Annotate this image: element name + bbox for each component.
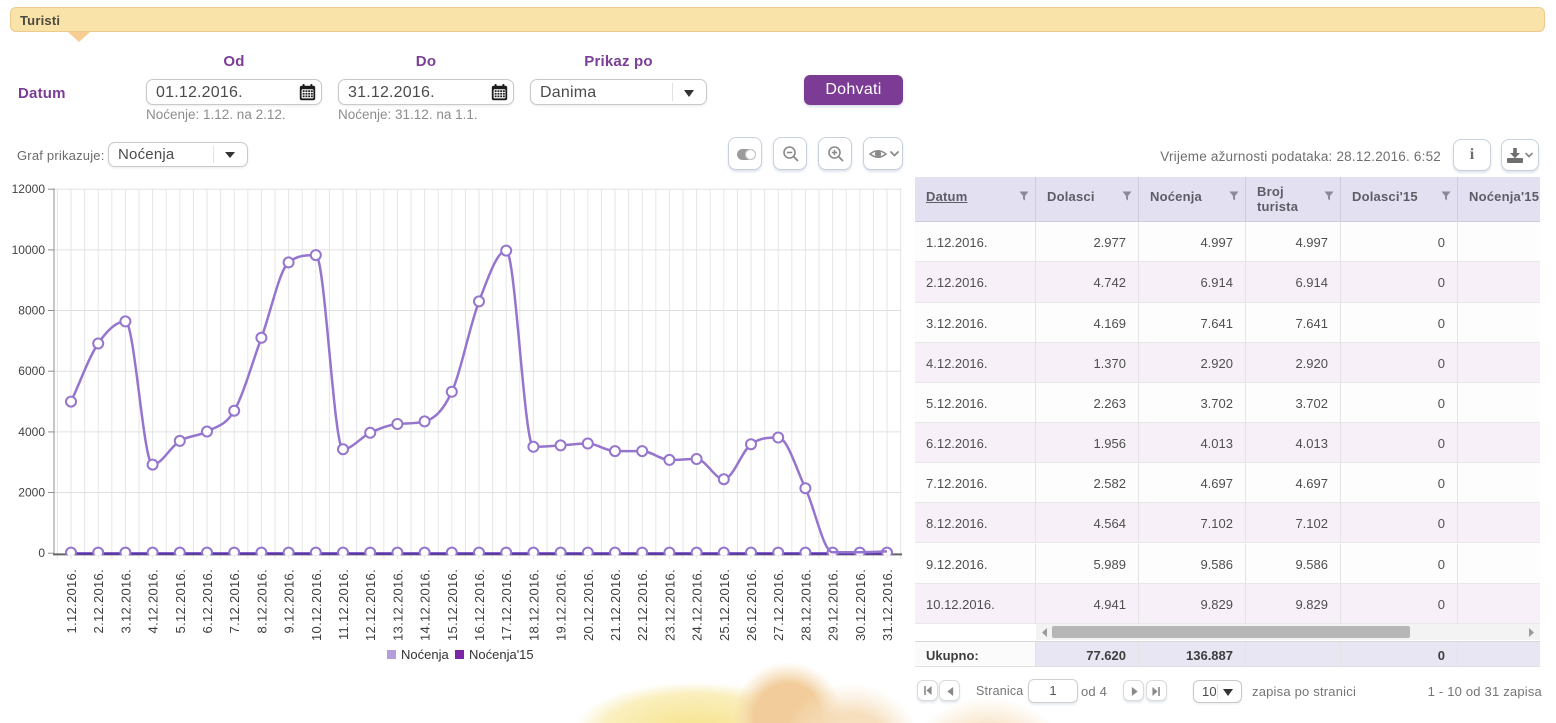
svg-text:29.12.2016.: 29.12.2016. [826, 569, 841, 641]
svg-text:2000: 2000 [18, 486, 45, 500]
svg-text:3.12.2016.: 3.12.2016. [118, 569, 133, 633]
svg-text:Noćenja: Noćenja [401, 647, 449, 662]
svg-text:6000: 6000 [18, 364, 45, 378]
svg-text:26.12.2016.: 26.12.2016. [744, 569, 759, 641]
svg-text:9.12.2016.: 9.12.2016. [282, 569, 297, 633]
svg-text:15.12.2016.: 15.12.2016. [445, 569, 460, 641]
svg-text:4.12.2016.: 4.12.2016. [146, 569, 161, 633]
svg-text:8.12.2016.: 8.12.2016. [254, 569, 269, 633]
svg-text:27.12.2016.: 27.12.2016. [771, 569, 786, 641]
svg-text:16.12.2016.: 16.12.2016. [472, 569, 487, 641]
svg-text:30.12.2016.: 30.12.2016. [853, 569, 868, 641]
svg-text:4000: 4000 [18, 425, 45, 439]
svg-text:5.12.2016.: 5.12.2016. [173, 569, 188, 633]
svg-text:17.12.2016.: 17.12.2016. [499, 569, 514, 641]
svg-text:8000: 8000 [18, 304, 45, 318]
svg-text:24.12.2016.: 24.12.2016. [690, 569, 705, 641]
svg-text:18.12.2016.: 18.12.2016. [526, 569, 541, 641]
svg-text:7.12.2016.: 7.12.2016. [227, 569, 242, 633]
svg-text:10000: 10000 [12, 243, 46, 257]
svg-text:31.12.2016.: 31.12.2016. [880, 569, 895, 641]
svg-text:11.12.2016.: 11.12.2016. [336, 569, 351, 640]
svg-text:Noćenja'15: Noćenja'15 [469, 647, 534, 662]
svg-text:21.12.2016.: 21.12.2016. [608, 569, 623, 641]
svg-text:12.12.2016.: 12.12.2016. [363, 569, 378, 641]
svg-text:13.12.2016.: 13.12.2016. [390, 569, 405, 641]
svg-text:14.12.2016.: 14.12.2016. [418, 569, 433, 641]
svg-text:20.12.2016.: 20.12.2016. [581, 569, 596, 641]
svg-text:6.12.2016.: 6.12.2016. [200, 569, 215, 633]
svg-text:1.12.2016.: 1.12.2016. [64, 569, 79, 633]
svg-text:0: 0 [38, 546, 45, 560]
svg-text:22.12.2016.: 22.12.2016. [635, 569, 650, 641]
svg-text:28.12.2016.: 28.12.2016. [798, 569, 813, 641]
svg-text:12000: 12000 [12, 182, 46, 196]
svg-text:10.12.2016.: 10.12.2016. [309, 569, 324, 641]
svg-text:23.12.2016.: 23.12.2016. [662, 569, 677, 641]
svg-text:25.12.2016.: 25.12.2016. [717, 569, 732, 641]
svg-text:2.12.2016.: 2.12.2016. [91, 569, 106, 633]
svg-text:19.12.2016.: 19.12.2016. [554, 569, 569, 641]
